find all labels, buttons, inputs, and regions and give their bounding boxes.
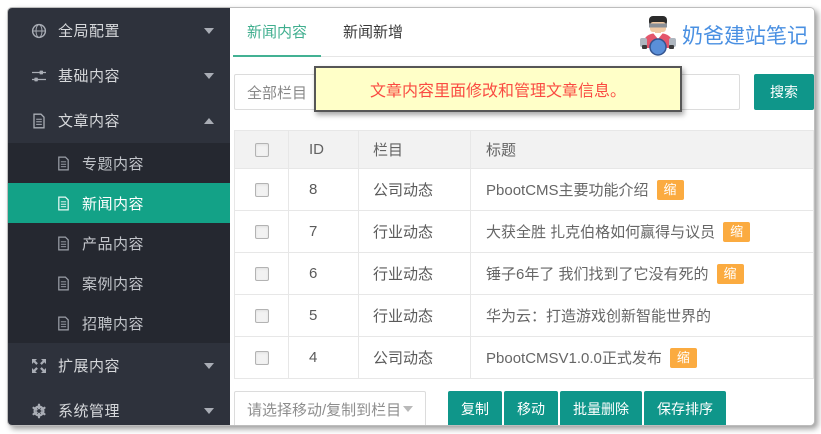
globe-icon [31,23,47,38]
chevron-up-icon [204,117,214,124]
screenshot: 全局配置 基础内容 文章内容 专题内容 新闻内容 产品内容 案例内容 招聘内容 … [0,0,821,434]
category-select-value: 全部栏目 [247,84,308,102]
sidebar-item-extend-content[interactable]: 扩展内容 [8,343,230,388]
move-copy-select[interactable]: 请选择移动/复制到栏目 [234,391,426,425]
sidebar-item-basic-content[interactable]: 基础内容 [8,53,230,98]
row-checkbox[interactable] [254,267,269,282]
row-checkbox[interactable] [254,351,269,366]
cell-id: 5 [288,294,359,337]
cell-id: 6 [288,252,359,295]
sidebar-item-label: 案例内容 [82,275,145,293]
document-icon [58,156,69,170]
cell-id: 8 [288,168,359,211]
sidebar-item-label: 全局配置 [58,23,121,40]
row-checkbox[interactable] [254,225,269,240]
watermark: 奶爸建站笔记 [637,14,808,56]
gear-icon [32,403,46,418]
chevron-down-icon [204,27,214,34]
expand-icon [32,358,46,373]
cell-title: 华为云：打造游戏创新智能世界的 [470,294,814,337]
sidebar-item-label: 专题内容 [82,155,145,173]
chevron-down-icon [204,362,214,369]
cell-category: 行业动态 [358,252,471,295]
user-avatar [640,16,676,56]
search-button[interactable]: 搜索 [754,74,814,110]
batch-delete-button[interactable]: 批量删除 [560,391,642,425]
cell-id: 7 [288,210,359,253]
sidebar-item-global-config[interactable]: 全局配置 [8,8,230,53]
document-icon [58,276,69,290]
watermark-text: 奶爸建站笔记 [682,25,808,48]
move-button[interactable]: 移动 [504,391,558,425]
sidebar-item-label: 扩展内容 [58,358,121,375]
sidebar-item-label: 系统管理 [58,403,121,420]
cell-title: PbootCMSV1.0.0正式发布缩 [470,336,814,379]
sidebar-item-recruit-content[interactable]: 招聘内容 [8,303,230,343]
cell-category: 行业动态 [358,294,471,337]
thumbnail-badge: 缩 [716,264,744,284]
table-row: 4 公司动态 PbootCMSV1.0.0正式发布缩 [234,336,814,379]
sidebar-item-label: 产品内容 [82,235,145,253]
thumbnail-badge: 缩 [656,180,684,200]
main-content: 奶爸建站笔记 新闻内容 新闻新增 全部栏目 搜索 文章内容里面修改和管理文章信息… [230,8,814,425]
copy-button[interactable]: 复制 [448,391,502,425]
cell-category: 行业动态 [358,210,471,253]
cell-category: 公司动态 [358,168,471,211]
sidebar: 全局配置 基础内容 文章内容 专题内容 新闻内容 产品内容 案例内容 招聘内容 … [8,8,230,425]
batch-action-bar: 请选择移动/复制到栏目 复制 移动 批量删除 保存排序 [234,391,814,425]
column-header-category: 栏目 [358,130,471,169]
sidebar-item-system-manage[interactable]: 系统管理 [8,388,230,425]
table-row: 8 公司动态 PbootCMS主要功能介绍缩 [234,168,814,211]
sidebar-item-label: 基础内容 [58,68,121,85]
tab-news-list[interactable]: 新闻内容 [233,21,322,57]
chevron-down-icon [204,407,214,414]
table-row: 6 行业动态 锤子6年了 我们找到了它没有死的缩 [234,252,814,295]
document-icon [58,316,69,330]
cell-category: 公司动态 [358,336,471,379]
sidebar-item-article-content[interactable]: 文章内容 [8,98,230,143]
select-all-checkbox[interactable] [254,143,269,158]
thumbnail-badge: 缩 [669,348,697,368]
cell-title: PbootCMS主要功能介绍缩 [470,168,814,211]
sidebar-item-topic-content[interactable]: 专题内容 [8,143,230,183]
tab-news-add[interactable]: 新闻新增 [329,21,417,56]
sidebar-item-label: 文章内容 [58,113,121,130]
document-icon [33,113,45,128]
sidebar-submenu: 专题内容 新闻内容 产品内容 案例内容 招聘内容 [8,143,230,343]
cell-title: 大获全胜 扎克伯格如何赢得与议员缩 [470,210,814,253]
sidebar-item-label: 招聘内容 [82,315,145,333]
batch-buttons: 复制 移动 批量删除 保存排序 [448,391,726,425]
chevron-down-icon [204,72,214,79]
sidebar-item-news-content[interactable]: 新闻内容 [8,183,230,223]
document-icon [58,196,69,210]
column-header-title: 标题 [470,130,814,169]
cell-title: 锤子6年了 我们找到了它没有死的缩 [470,252,814,295]
save-sort-button[interactable]: 保存排序 [644,391,726,425]
articles-table: ID 栏目 标题 8 公司动态 PbootCMS主要功能介绍缩 7 行业动态 大… [234,130,814,379]
app-window: 全局配置 基础内容 文章内容 专题内容 新闻内容 产品内容 案例内容 招聘内容 … [7,7,815,426]
chevron-down-icon [403,406,413,412]
sidebar-item-case-content[interactable]: 案例内容 [8,263,230,303]
sidebar-item-product-content[interactable]: 产品内容 [8,223,230,263]
move-copy-select-placeholder: 请选择移动/复制到栏目 [247,401,402,419]
annotation-tooltip: 文章内容里面修改和管理文章信息。 [314,66,682,112]
sidebar-item-label: 新闻内容 [82,195,145,213]
row-checkbox[interactable] [254,183,269,198]
column-header-id: ID [288,130,359,169]
sliders-icon [32,70,46,81]
table-row: 5 行业动态 华为云：打造游戏创新智能世界的 [234,294,814,337]
table-row: 7 行业动态 大获全胜 扎克伯格如何赢得与议员缩 [234,210,814,253]
row-checkbox[interactable] [254,309,269,324]
thumbnail-badge: 缩 [723,222,751,242]
cell-id: 4 [288,336,359,379]
table-header-row: ID 栏目 标题 [234,130,814,169]
document-icon [58,236,69,250]
